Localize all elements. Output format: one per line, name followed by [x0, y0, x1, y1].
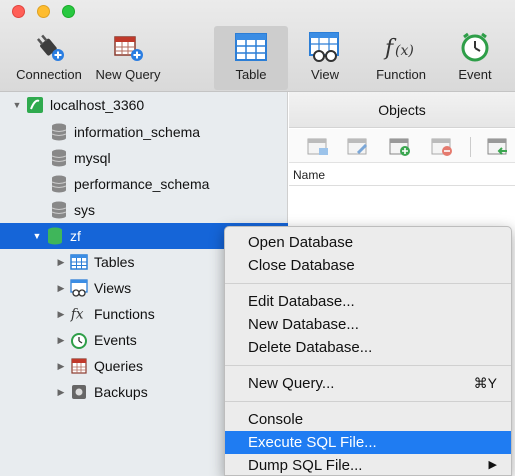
menu-item-new-query[interactable]: New Query... ⌘Y — [225, 372, 511, 395]
database-open-icon — [46, 227, 64, 245]
tree-item-label: Tables — [94, 254, 135, 270]
window-zoom-button[interactable] — [62, 5, 75, 18]
disclosure-right-icon[interactable]: ▶ — [56, 361, 66, 372]
database-context-menu: Open Database Close Database Edit Databa… — [224, 226, 512, 476]
disclosure-right-icon[interactable]: ▶ — [56, 335, 66, 346]
database-name: sys — [74, 202, 95, 218]
table-icon — [70, 253, 88, 271]
toolbar-separator — [470, 137, 471, 157]
event-button[interactable]: Event — [444, 26, 506, 90]
new-table-icon[interactable] — [389, 137, 411, 157]
tree-item-label: Events — [94, 332, 137, 348]
menu-item-close-database[interactable]: Close Database — [225, 254, 511, 277]
objects-tab[interactable]: Objects — [289, 102, 515, 118]
window-close-button[interactable] — [12, 5, 25, 18]
disclosure-down-icon[interactable]: ▼ — [32, 231, 42, 241]
submenu-arrow-icon: ▶ — [488, 459, 497, 471]
disclosure-right-icon[interactable]: ▶ — [56, 387, 66, 398]
objects-toolbar — [289, 129, 515, 163]
view-icon — [305, 30, 345, 64]
new-query-icon — [108, 30, 148, 64]
database-name: mysql — [74, 150, 111, 166]
database-name: information_schema — [74, 124, 201, 140]
table-icon — [231, 30, 271, 64]
tree-item-label: Functions — [94, 306, 155, 322]
disclosure-down-icon[interactable]: ▼ — [12, 100, 22, 110]
database-name: performance_schema — [74, 176, 210, 192]
connection-row[interactable]: ▼ localhost_3360 — [0, 92, 288, 118]
svg-text:fx: fx — [70, 307, 84, 323]
svg-text:(x): (x) — [395, 43, 414, 59]
clock-icon — [455, 30, 495, 64]
function-button[interactable]: f (x) Function — [366, 26, 436, 90]
database-row[interactable]: information_schema — [0, 119, 288, 145]
menu-item-delete-database[interactable]: Delete Database... — [225, 336, 511, 359]
connection-name: localhost_3360 — [50, 97, 145, 113]
tree-item-label: Views — [94, 280, 132, 296]
database-name: zf — [70, 228, 81, 244]
menu-separator — [225, 401, 511, 402]
clock-icon — [70, 331, 88, 349]
connection-icon — [26, 96, 44, 114]
name-column-header[interactable]: Name — [289, 164, 515, 186]
function-icon: f (x) — [381, 30, 421, 64]
function-icon: fx — [70, 305, 88, 323]
view-button[interactable]: View — [292, 26, 358, 90]
import-wizard-icon[interactable] — [487, 137, 509, 157]
connection-label: Connection — [16, 67, 82, 82]
database-icon — [50, 123, 68, 141]
new-query-label: New Query — [95, 67, 161, 82]
menu-item-edit-database[interactable]: Edit Database... — [225, 290, 511, 313]
view-label: View — [311, 67, 339, 82]
table-label: Table — [235, 67, 267, 82]
tree-item-label: Backups — [94, 384, 148, 400]
window-minimize-button[interactable] — [37, 5, 50, 18]
menu-item-execute-sql-file[interactable]: Execute SQL File... — [225, 431, 511, 454]
database-row[interactable]: mysql — [0, 145, 288, 171]
database-icon — [50, 149, 68, 167]
backup-icon — [70, 383, 88, 401]
plug-icon — [29, 30, 69, 64]
menu-item-label: New Query... — [248, 375, 335, 392]
view-icon — [70, 279, 88, 297]
event-label: Event — [458, 67, 492, 82]
open-table-icon[interactable] — [307, 137, 329, 157]
disclosure-right-icon[interactable]: ▶ — [56, 283, 66, 294]
menu-item-open-database[interactable]: Open Database — [225, 231, 511, 254]
database-icon — [50, 175, 68, 193]
menu-separator — [225, 365, 511, 366]
design-table-icon[interactable] — [347, 137, 369, 157]
function-label: Function — [376, 67, 426, 82]
menu-item-dump-sql-file[interactable]: Dump SQL File... ▶ — [225, 454, 511, 476]
menu-item-new-database[interactable]: New Database... — [225, 313, 511, 336]
menu-item-console[interactable]: Console — [225, 408, 511, 431]
table-button[interactable]: Table — [214, 26, 288, 90]
menu-separator — [225, 283, 511, 284]
query-icon — [70, 357, 88, 375]
database-row[interactable]: sys — [0, 197, 288, 223]
objects-tab-bar: Objects — [289, 92, 515, 128]
menu-item-label: Dump SQL File... — [248, 457, 363, 474]
tree-item-label: Queries — [94, 358, 144, 374]
new-query-button[interactable]: New Query — [92, 26, 164, 90]
database-row[interactable]: performance_schema — [0, 171, 288, 197]
delete-table-icon[interactable] — [431, 137, 453, 157]
disclosure-right-icon[interactable]: ▶ — [56, 257, 66, 268]
shortcut-label: ⌘Y — [473, 375, 497, 391]
connection-button[interactable]: Connection — [12, 26, 86, 90]
database-icon — [50, 201, 68, 219]
toolbar: Connection New Query Table View f (x) Fu… — [0, 0, 515, 92]
disclosure-right-icon[interactable]: ▶ — [56, 309, 66, 320]
